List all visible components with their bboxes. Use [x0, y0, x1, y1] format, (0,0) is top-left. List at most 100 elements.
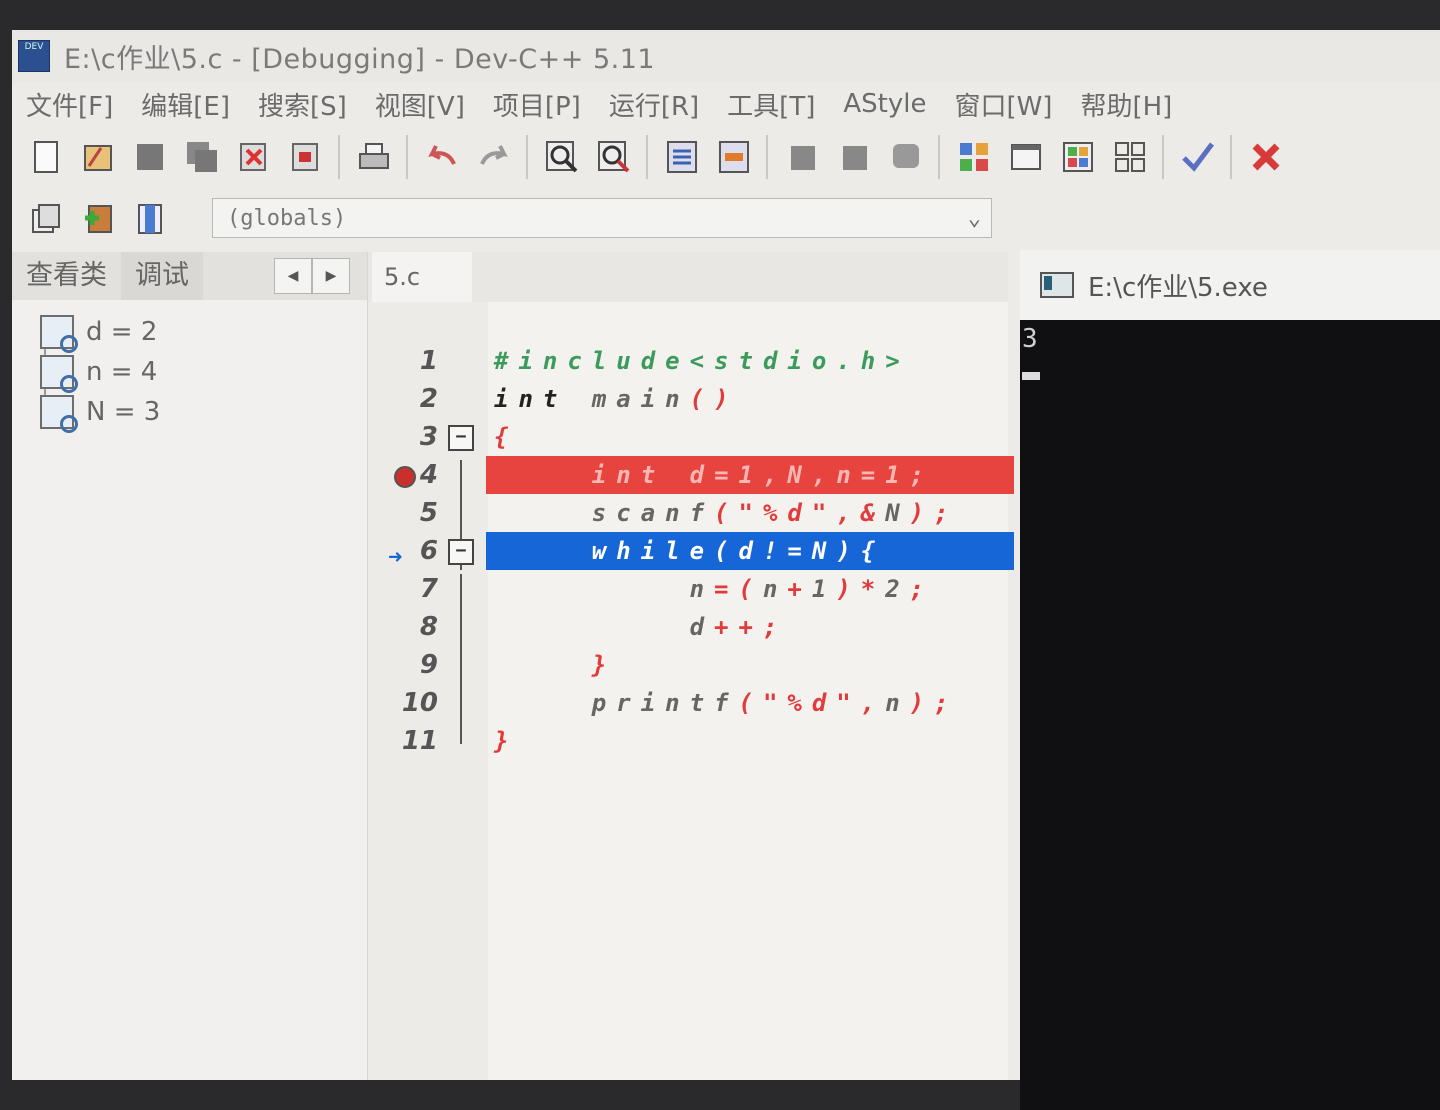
code-text: int d=1,N,n=1;: [486, 456, 1014, 494]
code-line[interactable]: 9 }: [368, 646, 1008, 684]
rebuild-all-icon[interactable]: [1112, 139, 1148, 175]
menu-edit[interactable]: 编辑[E]: [141, 86, 230, 123]
watch-list: d = 2 n = 4 N = 3: [40, 312, 161, 433]
left-panel-tabs: 查看类 调试 ◀ ▶: [12, 252, 367, 300]
chevron-down-icon[interactable]: ⌄: [968, 199, 981, 239]
fold-toggle-icon[interactable]: −: [448, 539, 474, 565]
code-line[interactable]: 4 int d=1,N,n=1;: [368, 456, 1014, 494]
line-number: 11: [401, 726, 438, 756]
unindent-icon[interactable]: [716, 139, 752, 175]
compile-run-icon[interactable]: [1060, 139, 1096, 175]
code-text: while(d!=N){: [486, 532, 1014, 570]
line-number: 9: [419, 650, 438, 680]
watch-variable-icon: [40, 315, 78, 353]
comment-icon[interactable]: [888, 139, 924, 175]
code-line[interactable]: 5 scanf("%d",&N);: [368, 494, 1008, 532]
menu-astyle[interactable]: AStyle: [843, 89, 926, 119]
left-panel: 查看类 调试 ◀ ▶ d = 2 n = 4 N = 3: [12, 252, 368, 1080]
fold-toggle-icon[interactable]: −: [448, 425, 474, 451]
tab-file[interactable]: 5.c: [372, 252, 472, 302]
code-text: printf("%d",n);: [591, 689, 959, 717]
line-number: 7: [419, 574, 438, 604]
scope-select[interactable]: (globals) ⌄: [212, 198, 992, 238]
menu-tools[interactable]: 工具[T]: [727, 86, 815, 123]
code-line[interactable]: 7 n=(n+1)*2;: [368, 570, 1008, 608]
breakpoint-icon[interactable]: [394, 466, 416, 488]
menu-view[interactable]: 视图[V]: [375, 86, 465, 123]
save-all-icon[interactable]: [184, 139, 220, 175]
code-line[interactable]: 11}: [368, 722, 1008, 760]
run-icon[interactable]: [1008, 139, 1044, 175]
panel-nav-arrows: ◀ ▶: [274, 258, 350, 294]
add-file-icon[interactable]: [80, 201, 116, 237]
code-line[interactable]: 8 d++;: [368, 608, 1008, 646]
compile-icon[interactable]: [956, 139, 992, 175]
open-file-icon[interactable]: [80, 139, 116, 175]
stop-execution-icon[interactable]: [1248, 139, 1284, 175]
project-options-icon[interactable]: [132, 201, 168, 237]
code-line[interactable]: 10 printf("%d",n);: [368, 684, 1008, 722]
line-number: 1: [419, 346, 438, 376]
console-title: E:\c作业\5.exe: [1088, 272, 1268, 303]
arrow-left-icon[interactable]: ◀: [274, 258, 312, 294]
line-number: 10: [401, 688, 438, 718]
code-text: }: [494, 727, 519, 755]
syntax-check-icon[interactable]: [1180, 139, 1216, 175]
watch-item-label: N = 3: [86, 397, 161, 427]
toggle-bookmark-icon[interactable]: [784, 139, 820, 175]
line-number: 5: [419, 498, 438, 528]
goto-bookmark-icon[interactable]: [836, 139, 872, 175]
replace-icon[interactable]: [596, 139, 632, 175]
tab-classes[interactable]: 查看类: [12, 252, 121, 300]
console-title-bar: E:\c作业\5.exe: [1020, 250, 1440, 320]
menu-help[interactable]: 帮助[H]: [1080, 86, 1172, 123]
watch-item[interactable]: N = 3: [40, 392, 161, 433]
code-line[interactable]: 3−{: [368, 418, 1008, 456]
toolbar-separator: [938, 135, 940, 179]
redo-icon[interactable]: [476, 139, 512, 175]
code-text: }: [591, 651, 617, 679]
console-output-text: 3: [1022, 324, 1038, 354]
code-lines: 1 #include<stdio.h> 2 int main() 3−{4 int d=…: [368, 342, 1014, 760]
close-all-icon[interactable]: [288, 139, 324, 175]
code-line[interactable]: 6− ➜ while(d!=N){: [368, 532, 1014, 571]
console-output[interactable]: 3: [1020, 320, 1440, 384]
indent-icon[interactable]: [664, 139, 700, 175]
code-line[interactable]: 2 int main(): [368, 380, 1008, 418]
scope-select-value: (globals): [227, 206, 347, 231]
app-icon: DEV: [18, 40, 50, 72]
watch-item[interactable]: d = 2: [40, 312, 160, 353]
tab-debug[interactable]: 调试: [121, 252, 203, 300]
new-file-icon[interactable]: [28, 139, 64, 175]
code-line[interactable]: 1 #include<stdio.h>: [368, 342, 1008, 380]
editor-tab-bar: 5.c: [368, 252, 1008, 302]
secondary-toolbar: (globals) ⌄: [12, 190, 1012, 248]
watch-variable-icon: [40, 395, 78, 433]
menu-project[interactable]: 项目[P]: [493, 86, 581, 123]
toolbar-separator: [646, 135, 648, 179]
find-icon[interactable]: [544, 139, 580, 175]
menu-run[interactable]: 运行[R]: [609, 86, 699, 123]
toolbar-separator: [1162, 135, 1164, 179]
menu-window[interactable]: 窗口[W]: [954, 86, 1052, 123]
arrow-right-icon[interactable]: ▶: [312, 258, 350, 294]
window-title: E:\c作业\5.c - [Debugging] - Dev-C++ 5.11: [64, 43, 656, 75]
title-bar: DEV E:\c作业\5.c - [Debugging] - Dev-C++ 5…: [12, 30, 1440, 82]
code-text: n=(n+1)*2;: [689, 575, 935, 603]
code-text: scanf("%d",&N);: [591, 499, 959, 527]
close-file-icon[interactable]: [236, 139, 272, 175]
menu-search[interactable]: 搜索[S]: [258, 86, 347, 123]
console-app-icon: [1040, 272, 1074, 298]
line-number: 8: [419, 612, 438, 642]
class-browser-icon[interactable]: [28, 201, 64, 237]
watch-item[interactable]: n = 4: [40, 352, 160, 393]
toolbar-separator: [526, 135, 528, 179]
code-editor: 5.c 1 #include<stdio.h> 2 int main() 3−{4 in…: [368, 252, 1014, 1080]
undo-icon[interactable]: [424, 139, 460, 175]
print-icon[interactable]: [356, 139, 392, 175]
code-text: {: [494, 423, 519, 451]
menu-file[interactable]: 文件[F]: [26, 86, 113, 123]
console-window: E:\c作业\5.exe 3: [1020, 250, 1440, 1110]
save-icon[interactable]: [132, 139, 168, 175]
watch-variable-icon: [40, 355, 78, 393]
